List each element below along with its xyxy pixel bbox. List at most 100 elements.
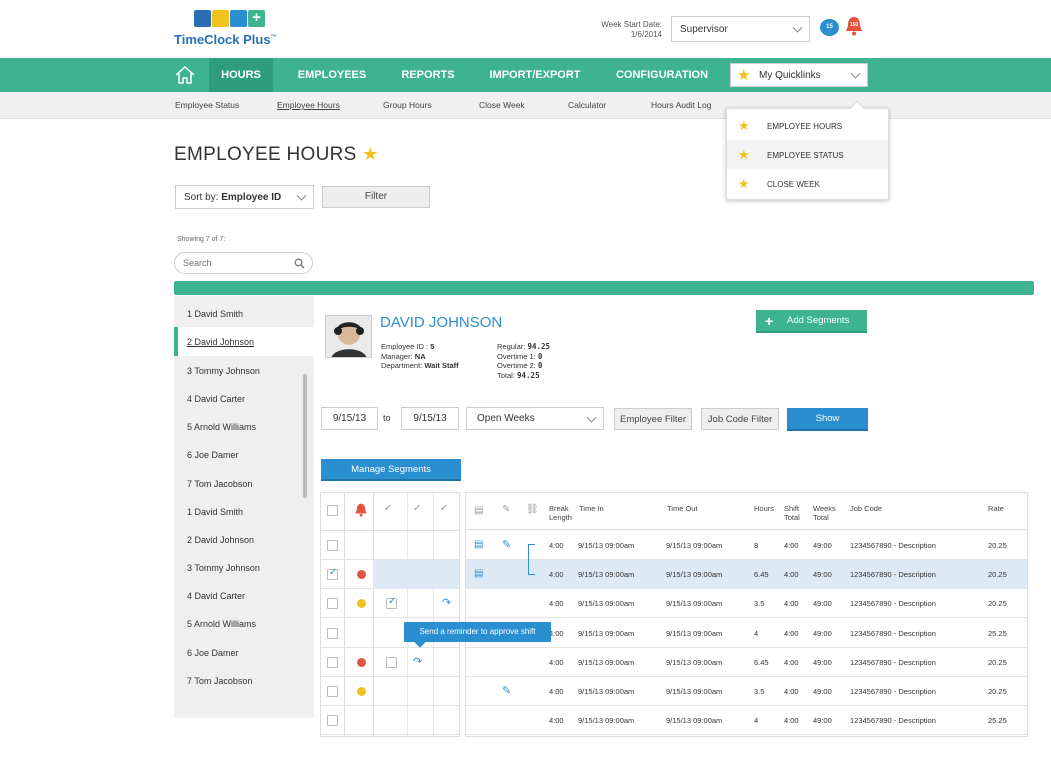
- role-select[interactable]: Supervisor: [671, 16, 810, 42]
- approve-manager-icon[interactable]: ✓: [440, 503, 448, 514]
- row-checkbox[interactable]: ✓: [327, 567, 338, 580]
- date-from-input[interactable]: 9/15/13: [321, 407, 378, 430]
- cell-job-code: 1234567890 - Description: [850, 716, 936, 725]
- col-rate[interactable]: Rate: [988, 504, 1004, 513]
- cell-weeks-total: 49:00: [813, 687, 832, 696]
- cell-time-in: 9/15/13 09:00am: [578, 687, 635, 696]
- nav-employees[interactable]: EMPLOYEES: [293, 58, 371, 92]
- add-segments-button[interactable]: + Add Segments: [756, 310, 867, 333]
- employee-list-item[interactable]: 4 David Carter: [187, 591, 245, 601]
- subnav-hours-audit-log[interactable]: Hours Audit Log: [651, 100, 711, 110]
- col-hours[interactable]: Hours: [754, 504, 774, 513]
- logo[interactable]: + TimeClock Plus™: [174, 8, 277, 50]
- employee-list-item[interactable]: 3 Tommy Johnson: [187, 563, 260, 573]
- job-code-filter-button[interactable]: Job Code Filter: [701, 408, 779, 430]
- main-nav: HOURS EMPLOYEES REPORTS IMPORT/EXPORT CO…: [0, 58, 1051, 92]
- approve-checkbox[interactable]: [386, 657, 397, 668]
- nav-import-export[interactable]: IMPORT/EXPORT: [486, 58, 584, 92]
- employee-list-item[interactable]: 6 Joe Damer: [187, 648, 239, 658]
- col-time-out[interactable]: Time Out: [667, 504, 698, 513]
- cell-weeks-total: 49:00: [813, 570, 832, 579]
- cell-time-out: 9/15/13 09:00am: [666, 541, 723, 550]
- subnav-employee-status[interactable]: Employee Status: [175, 100, 239, 110]
- employee-list-item-selected[interactable]: 2 David Johnson: [187, 337, 254, 347]
- cell-break: 4:00: [549, 716, 564, 725]
- filter-button[interactable]: Filter: [322, 186, 430, 208]
- employee-list-item[interactable]: 7 Tom Jacobson: [187, 676, 252, 686]
- manage-segments-button[interactable]: Manage Segments: [321, 459, 461, 481]
- row-checkbox[interactable]: [327, 715, 338, 726]
- quicklinks-menu: ★ EMPLOYEE HOURS ★ EMPLOYEE STATUS ★ CLOSE …: [726, 100, 889, 200]
- ot1-line: Overtime 1: 0: [497, 352, 550, 362]
- logo-clock-icon: [212, 10, 229, 27]
- col-job-code[interactable]: Job Code: [850, 504, 882, 513]
- nav-hours[interactable]: HOURS: [209, 58, 273, 92]
- employee-filter-button[interactable]: Employee Filter: [614, 408, 692, 430]
- nav-configuration[interactable]: CONFIGURATION: [610, 58, 714, 92]
- col-weeks-total[interactable]: Weeks Total: [813, 504, 843, 522]
- col-break-length[interactable]: Break Length: [549, 504, 579, 522]
- period-select[interactable]: Open Weeks: [466, 407, 604, 430]
- cell-time-out: 9/15/13 09:00am: [666, 658, 723, 667]
- chat-badge: 15: [826, 24, 833, 30]
- select-all-checkbox[interactable]: [327, 505, 338, 516]
- employee-list-item[interactable]: 7 Tom Jacobson: [187, 479, 252, 489]
- subnav-group-hours[interactable]: Group Hours: [383, 100, 432, 110]
- employee-list-item[interactable]: 5 Arnold Williams: [187, 619, 256, 629]
- date-to-input[interactable]: 9/15/13: [401, 407, 459, 430]
- subnav-employee-hours[interactable]: Employee Hours: [277, 100, 340, 110]
- employee-list-item[interactable]: 3 Tommy Johnson: [187, 366, 260, 376]
- employee-list-item[interactable]: 4 David Carter: [187, 394, 245, 404]
- nav-reports[interactable]: REPORTS: [396, 58, 460, 92]
- employee-id-label: Employee ID :: [381, 342, 431, 351]
- employee-list-item[interactable]: 6 Joe Damer: [187, 450, 239, 460]
- send-reminder-icon[interactable]: ↷: [413, 655, 422, 668]
- quicklinks-label: My Quicklinks: [759, 69, 821, 81]
- note-icon[interactable]: ▤: [474, 539, 483, 550]
- alert-badge: 150: [849, 22, 859, 28]
- employee-list-item[interactable]: 1 David Smith: [187, 507, 243, 517]
- approve-employee-icon[interactable]: ✓: [413, 503, 421, 514]
- sort-value: Employee ID: [221, 191, 282, 203]
- cell-hours: 3.5: [754, 599, 765, 608]
- row-checkbox[interactable]: [327, 657, 338, 668]
- employee-list-item[interactable]: 5 Arnold Williams: [187, 422, 256, 432]
- row-checkbox[interactable]: [327, 540, 338, 551]
- chat-icon[interactable]: 15: [820, 19, 839, 36]
- row-checkbox[interactable]: [327, 598, 338, 609]
- edit-icon[interactable]: ✎: [502, 538, 511, 551]
- employee-list-item[interactable]: 2 David Johnson: [187, 535, 254, 545]
- approve-supervisor-icon[interactable]: ✓: [384, 503, 392, 514]
- col-shift-total[interactable]: Shift Total: [784, 504, 806, 522]
- edit-icon[interactable]: ✎: [502, 684, 511, 697]
- favorite-star-icon[interactable]: ★: [362, 144, 378, 164]
- row-checkbox[interactable]: [327, 628, 338, 639]
- subnav-close-week[interactable]: Close Week: [479, 100, 525, 110]
- subnav-calculator[interactable]: Calculator: [568, 100, 606, 110]
- note-icon[interactable]: ▤: [474, 568, 483, 579]
- cell-job-code: 1234567890 - Description: [850, 570, 936, 579]
- quicklink-employee-status[interactable]: ★ EMPLOYEE STATUS: [727, 140, 888, 169]
- home-icon[interactable]: [172, 58, 198, 92]
- quicklink-employee-hours[interactable]: ★ EMPLOYEE HOURS: [727, 111, 888, 140]
- sort-select[interactable]: Sort by: Employee ID: [175, 185, 314, 209]
- cell-weeks-total: 49:00: [813, 599, 832, 608]
- quicklink-close-week[interactable]: ★ CLOSE WEEK: [727, 169, 888, 198]
- manager-line: Manager: NA: [381, 352, 459, 362]
- cell-shift-total: 4:00: [784, 629, 799, 638]
- send-reminder-icon[interactable]: ↷: [442, 596, 451, 609]
- list-scrollbar[interactable]: [303, 374, 307, 498]
- col-time-in[interactable]: Time In: [579, 504, 604, 513]
- row-checkbox[interactable]: [327, 686, 338, 697]
- quicklinks-dropdown[interactable]: ★ My Quicklinks: [730, 63, 868, 87]
- employee-list-item[interactable]: 1 David Smith: [187, 309, 243, 319]
- search-input[interactable]: [183, 256, 288, 270]
- alert-bell-icon[interactable]: 150: [845, 16, 863, 36]
- linked-shift-bracket: [528, 544, 535, 575]
- approve-checkbox[interactable]: ✓: [386, 596, 397, 609]
- logo-plus-icon: +: [248, 10, 265, 27]
- cell-hours: 4: [754, 716, 759, 725]
- cell-break: 4:00: [549, 541, 564, 550]
- search-icon[interactable]: [294, 258, 305, 269]
- show-button[interactable]: Show: [787, 408, 868, 431]
